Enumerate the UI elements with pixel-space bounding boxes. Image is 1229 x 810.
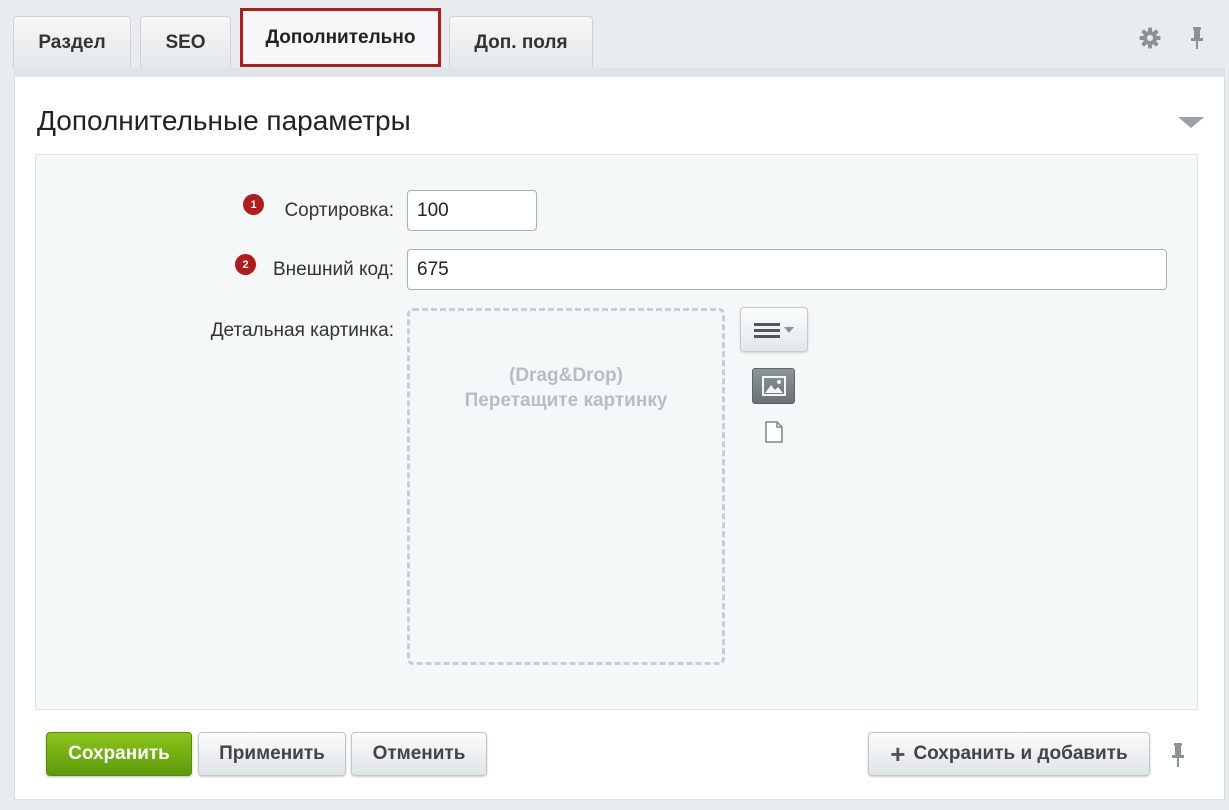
tab-label: Раздел	[38, 31, 106, 53]
apply-button-label: Применить	[219, 743, 325, 764]
tab-label: Дополнительно	[265, 26, 416, 48]
tab-section[interactable]: Раздел	[13, 16, 131, 68]
tab-extra-fields[interactable]: Доп. поля	[449, 16, 593, 68]
detail-picture-label: Детальная картинка:	[210, 320, 394, 341]
external-code-input[interactable]	[407, 249, 1167, 290]
picture-menu-button[interactable]	[740, 307, 808, 352]
sort-label: Сортировка:	[284, 200, 394, 221]
dropzone-hint-line1: (Drag&Drop)	[509, 365, 623, 386]
pin-icon[interactable]	[1169, 742, 1189, 770]
apply-button[interactable]: Применить	[198, 732, 346, 776]
sort-input[interactable]	[407, 190, 537, 231]
file-source-button[interactable]	[762, 419, 786, 445]
cancel-button[interactable]: Отменить	[351, 732, 487, 776]
panel-title: Дополнительные параметры	[37, 105, 411, 136]
save-button[interactable]: Сохранить	[46, 732, 192, 776]
hamburger-menu-icon	[754, 322, 780, 338]
chevron-down-icon	[784, 326, 794, 333]
image-dropzone[interactable]: (Drag&Drop) Перетащите картинку	[407, 308, 725, 665]
tab-additional[interactable]: Дополнительно	[240, 8, 441, 67]
file-icon	[765, 421, 783, 443]
external-code-label: Внешний код:	[272, 259, 394, 280]
tab-label: Доп. поля	[474, 31, 568, 53]
tab-label: SEO	[165, 31, 206, 53]
image-icon	[761, 376, 786, 396]
chevron-down-icon[interactable]	[1178, 117, 1204, 128]
form-area: 1 Сортировка: 2 Внешний код: Детальная к…	[35, 154, 1198, 710]
plus-icon: +	[890, 739, 906, 769]
save-and-add-button[interactable]: + Сохранить и добавить	[868, 732, 1150, 776]
pin-icon[interactable]	[1185, 26, 1209, 50]
settings-panel: Дополнительные параметры 1 Сортировка: 2…	[14, 68, 1225, 800]
dropzone-hint-line2: Перетащите картинку	[464, 390, 668, 411]
save-button-label: Сохранить	[68, 743, 170, 764]
cancel-button-label: Отменить	[372, 743, 466, 764]
image-source-button[interactable]	[752, 368, 795, 404]
tab-seo[interactable]: SEO	[140, 16, 231, 68]
save-and-add-label: Сохранить и добавить	[913, 743, 1128, 764]
tabs-bar: Раздел SEO Дополнительно Доп. поля	[0, 0, 1229, 68]
gear-icon[interactable]	[1138, 26, 1162, 50]
